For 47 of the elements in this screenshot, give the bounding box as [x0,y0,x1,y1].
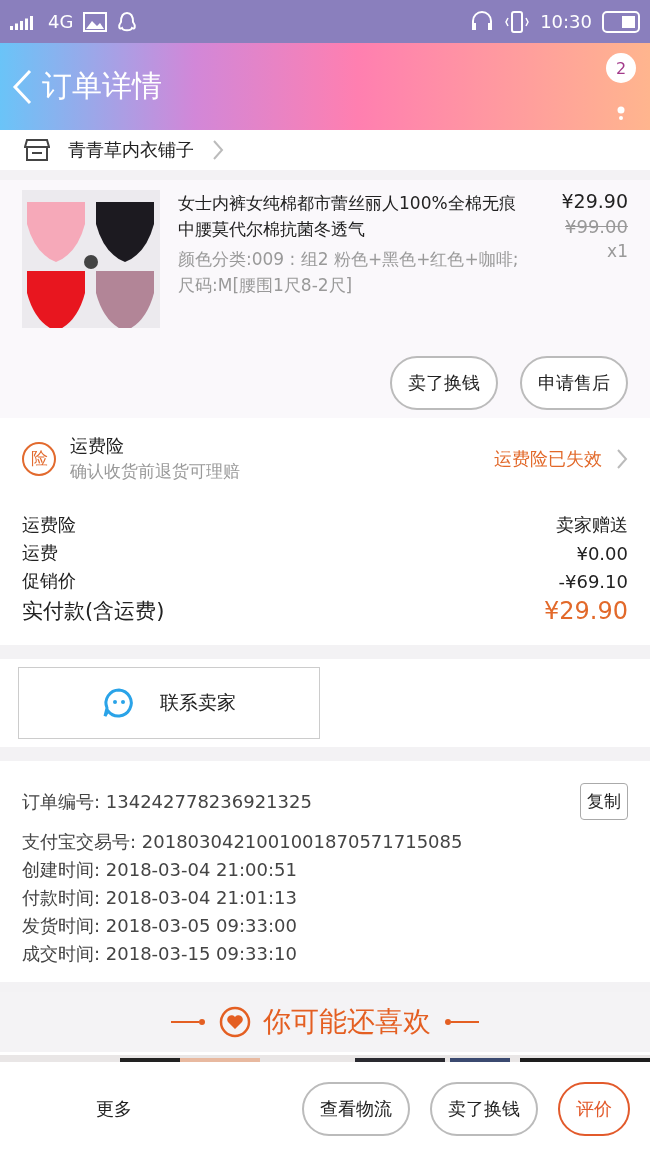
recommend-title: 你可能还喜欢 [263,1004,431,1040]
store-icon [24,138,50,162]
cost-value: -¥69.10 [558,570,628,592]
penguin-icon [117,10,138,33]
insurance-title: 运费险 [70,434,125,458]
dash-dot-icon [171,1018,207,1026]
quantity: x1 [607,241,628,261]
cost-label: 实付款(含运费) [22,598,165,625]
clock-time: 10:30 [540,11,592,32]
insurance-subtitle: 确认收货前退货可理赔 [70,460,241,483]
back-icon[interactable] [12,68,32,105]
network-label: 4G [48,11,74,32]
order-info-line: 付款时间: 2018-03-04 21:01:13 [22,886,298,910]
bottom-action-button[interactable]: 卖了换钱 [430,1081,538,1136]
shop-name[interactable]: 青青草内衣铺子 [68,138,194,162]
image-icon [83,11,108,32]
copy-button[interactable]: 复制 [580,783,628,820]
vibrate-icon [504,9,531,34]
notification-badge: 2 [606,53,636,83]
product-title[interactable]: 女士内裤女纯棉都市蕾丝丽人100%全棉无痕中腰莫代尔棉抗菌冬透气 [178,190,530,242]
battery-icon [602,10,640,33]
chevron-right-icon [212,139,224,161]
original-price: ¥99.00 [565,216,628,237]
cost-label: 运费险 [22,513,76,537]
more-link[interactable]: 更多 [96,1096,132,1121]
bottom-action-button[interactable]: 查看物流 [302,1081,410,1136]
dash-dot-icon [443,1018,479,1026]
order-info-line: 成交时间: 2018-03-15 09:33:10 [22,942,298,966]
cost-value: ¥29.90 [544,597,628,625]
chevron-right-icon [616,447,628,470]
product-spec: 颜色分类:009 : 组2 粉色+黑色+红色+咖啡;尺码:M[腰围1尺8-2尺] [178,248,520,297]
bottom-action-button[interactable]: 评价 [558,1081,630,1136]
action-button[interactable]: 卖了换钱 [390,356,498,410]
page-title: 订单详情 [42,67,162,105]
action-button[interactable]: 申请售后 [520,356,628,410]
cost-label: 运费 [22,541,58,565]
chat-face-icon [102,687,136,719]
cost-value: 卖家赠送 [556,513,628,537]
cost-value: ¥0.00 [576,542,628,564]
cost-label: 促销价 [22,569,76,593]
order-info-line: 订单编号: 134242778236921325 [22,789,312,814]
insurance-icon: 险 [22,441,56,476]
order-info-line: 发货时间: 2018-03-05 09:33:00 [22,914,298,938]
contact-seller-button[interactable]: 联系卖家 [18,667,320,739]
product-price: ¥29.90 [561,190,628,212]
order-info-line: 支付宝交易号: 2018030421001001870571715085 [22,830,464,854]
order-info-line: 创建时间: 2018-03-04 21:00:51 [22,858,298,882]
